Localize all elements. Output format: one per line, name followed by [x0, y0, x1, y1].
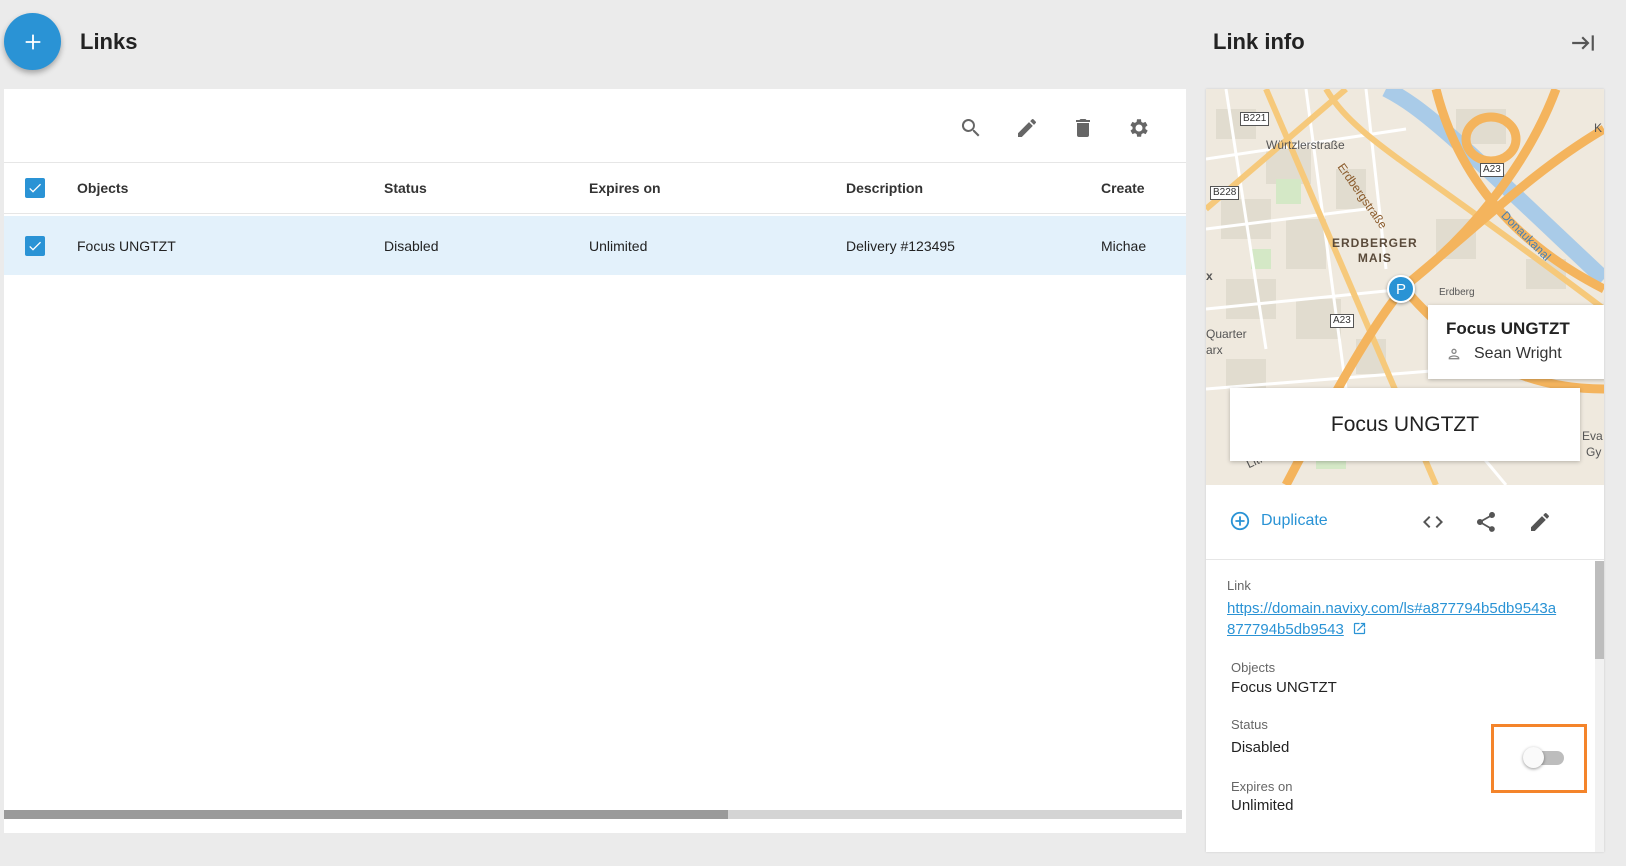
map-label-erdberg-short: Erdberg	[1439, 287, 1475, 298]
share-icon	[1476, 511, 1495, 532]
embed-code-button[interactable]	[1419, 508, 1447, 536]
map-view[interactable]: B221 B228 A23 A23 Würtzlerstraße Erdberg…	[1206, 89, 1604, 485]
search-icon	[961, 119, 980, 137]
status-toggle-knob[interactable]	[1523, 747, 1544, 768]
popup-title: Focus UNGTZT	[1446, 319, 1570, 338]
link-label: Link	[1227, 578, 1251, 593]
link-actions-bar: Duplicate	[1206, 485, 1604, 560]
column-header-created[interactable]: Create	[1101, 163, 1186, 213]
map-label-gy: Gy	[1586, 445, 1602, 459]
link-url-text[interactable]: https://domain.navixy.com/ls#a877794b5db…	[1227, 600, 1556, 638]
column-header-objects[interactable]: Objects	[77, 163, 128, 213]
link-url[interactable]: https://domain.navixy.com/ls#a877794b5db…	[1227, 598, 1557, 640]
map-label-k: K	[1594, 121, 1603, 135]
page-title: Links	[80, 29, 138, 54]
person-icon	[1448, 348, 1460, 360]
add-circle-icon	[1230, 511, 1250, 531]
add-link-button[interactable]	[4, 13, 61, 70]
edit-icon	[1531, 513, 1549, 531]
vertical-scrollbar[interactable]	[1595, 561, 1604, 852]
status-label: Status	[1231, 717, 1268, 732]
duplicate-button[interactable]: Duplicate	[1229, 510, 1328, 532]
plus-icon	[25, 34, 40, 49]
cell-objects: Focus UNGTZT	[77, 237, 176, 254]
objects-value: Focus UNGTZT	[1231, 679, 1337, 696]
settings-icon	[1130, 119, 1148, 137]
settings-button[interactable]	[1122, 111, 1156, 145]
duplicate-label: Duplicate	[1261, 512, 1328, 529]
external-link-icon[interactable]	[1352, 621, 1367, 636]
checkmark-icon	[29, 241, 41, 251]
map-label-eva: Eva	[1582, 429, 1603, 443]
map-label-wurtzler: Würtzlerstraße	[1266, 138, 1345, 152]
cell-created: Michae	[1101, 237, 1147, 254]
edit-button[interactable]	[1010, 111, 1044, 145]
horizontal-scrollbar[interactable]	[4, 810, 1182, 819]
map-label-b221: B221	[1240, 112, 1270, 126]
popup-user: Sean Wright	[1446, 345, 1604, 363]
collapse-right-icon	[1572, 35, 1594, 51]
map-label-a23-top: A23	[1480, 163, 1504, 177]
map-district-label: ERDBERGER MAIS	[1332, 236, 1418, 265]
map-label-b228: B228	[1210, 186, 1240, 200]
status-toggle-highlight	[1491, 724, 1587, 793]
map-marker[interactable]: P	[1387, 275, 1415, 303]
object-name-card: Focus UNGTZT	[1230, 388, 1580, 461]
code-icon	[1423, 516, 1443, 528]
horizontal-scrollbar-thumb[interactable]	[4, 810, 728, 819]
link-info-card: B221 B228 A23 A23 Würtzlerstraße Erdberg…	[1206, 89, 1604, 852]
cell-expires: Unlimited	[589, 237, 648, 254]
vertical-scrollbar-thumb[interactable]	[1595, 561, 1604, 659]
map-label-a23-bottom: A23	[1330, 314, 1354, 328]
column-header-expires[interactable]: Expires on	[589, 163, 661, 213]
edit-link-button[interactable]	[1526, 508, 1554, 536]
select-all-checkbox[interactable]	[25, 163, 45, 213]
expires-label: Expires on	[1231, 779, 1293, 794]
expires-value: Unlimited	[1231, 797, 1294, 814]
map-popup: Focus UNGTZT Sean Wright	[1428, 305, 1604, 379]
map-label-arx: arx	[1206, 343, 1223, 357]
cell-status: Disabled	[384, 237, 439, 254]
status-value: Disabled	[1231, 739, 1290, 756]
checkmark-icon	[29, 183, 41, 193]
column-header-status[interactable]: Status	[384, 163, 427, 213]
table-row[interactable]: Focus UNGTZT Disabled Unlimited Delivery…	[4, 216, 1186, 275]
delete-button[interactable]	[1066, 111, 1100, 145]
delete-icon	[1076, 119, 1090, 137]
edit-icon	[1018, 119, 1036, 137]
collapse-panel-button[interactable]	[1568, 28, 1598, 58]
table-header: Objects Status Expires on Description Cr…	[4, 162, 1186, 214]
link-details: Link https://domain.navixy.com/ls#a87779…	[1206, 561, 1604, 852]
objects-label: Objects	[1231, 660, 1276, 675]
row-checkbox[interactable]	[25, 216, 45, 275]
search-button[interactable]	[954, 111, 988, 145]
map-label-quarter: Quarter	[1206, 327, 1247, 341]
info-panel-title: Link info	[1213, 29, 1305, 54]
cell-description: Delivery #123495	[846, 237, 955, 254]
popup-user-name: Sean Wright	[1474, 345, 1562, 362]
links-table-card: Objects Status Expires on Description Cr…	[4, 89, 1186, 833]
table-toolbar	[954, 111, 1156, 145]
column-header-description[interactable]: Description	[846, 163, 923, 213]
map-label-x: x	[1206, 269, 1213, 283]
share-button[interactable]	[1472, 508, 1500, 536]
